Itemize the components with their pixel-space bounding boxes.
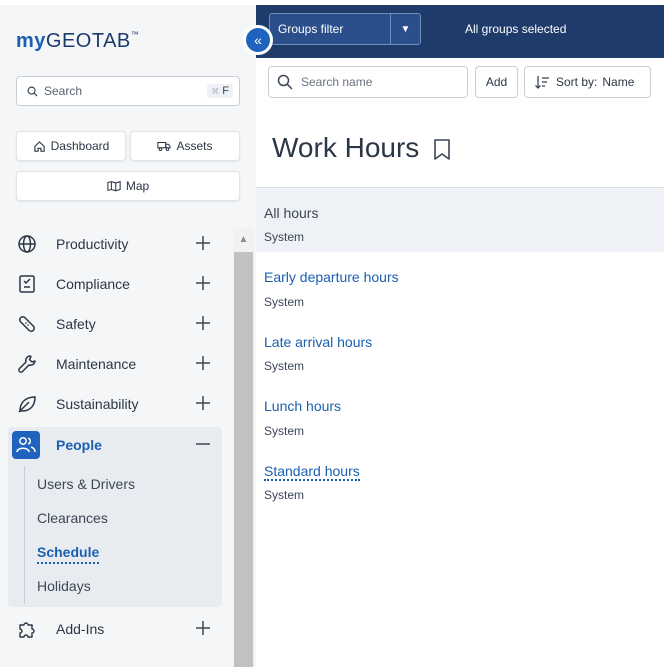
list-item[interactable]: Late arrival hours System: [256, 317, 664, 381]
double-chevron-left-icon: «: [254, 32, 262, 48]
list-item-sub: System: [264, 359, 305, 373]
scroll-up-arrow-icon[interactable]: ▲: [233, 228, 254, 250]
page-title: Work Hours: [272, 132, 420, 163]
dashboard-label: Dashboard: [50, 139, 110, 153]
sidebar-item-compliance[interactable]: Compliance: [8, 266, 222, 302]
plus-icon[interactable]: [194, 274, 212, 292]
map-button[interactable]: Map: [16, 171, 240, 201]
top-strip: [256, 0, 664, 5]
list-item[interactable]: Standard hours System: [256, 446, 664, 510]
leaf-icon: [16, 393, 38, 415]
bandage-icon: [16, 313, 38, 335]
list-item[interactable]: Lunch hours System: [256, 381, 664, 445]
sidebar-item-maintenance[interactable]: Maintenance: [8, 346, 222, 382]
dashboard-button[interactable]: Dashboard: [16, 131, 126, 161]
search-name-input[interactable]: Search name: [268, 66, 468, 98]
logo-my: my: [16, 30, 46, 52]
list-item-sub: System: [264, 295, 305, 309]
add-button[interactable]: Add: [475, 66, 518, 98]
plus-icon[interactable]: [194, 394, 212, 412]
sidebar-item-productivity[interactable]: Productivity: [8, 226, 222, 262]
shortcut-key-icon: ⌘: [211, 87, 220, 96]
sort-icon: [535, 76, 549, 89]
sort-value: Name: [602, 75, 635, 89]
list-item[interactable]: All hours System: [256, 188, 664, 252]
people-icon: [12, 431, 40, 459]
header-bar: Groups filter ▼ All groups selected: [256, 0, 664, 58]
collapse-sidebar-button[interactable]: «: [243, 25, 273, 55]
sort-button[interactable]: Sort by: Name: [524, 66, 651, 98]
clipboard-icon: [16, 273, 38, 295]
groups-filter-dropdown[interactable]: Groups filter ▼: [269, 13, 421, 45]
submenu-item-schedule[interactable]: Schedule: [37, 544, 100, 564]
sidebar-item-label: People: [56, 437, 102, 453]
list-item-name[interactable]: Standard hours: [264, 463, 360, 481]
sidebar-item-label: Sustainability: [56, 396, 139, 412]
logo-trademark: ™: [130, 30, 140, 39]
list-item-name[interactable]: Late arrival hours: [264, 334, 372, 350]
caret-down-icon[interactable]: ▼: [390, 14, 420, 44]
minus-icon[interactable]: [194, 435, 212, 453]
mygeotab-logo[interactable]: myGEOTAB™: [16, 30, 139, 53]
puzzle-icon: [16, 618, 38, 640]
search-shortcut-badge: ⌘ F: [207, 84, 233, 98]
assets-button[interactable]: Assets: [130, 131, 240, 161]
search-icon: [277, 74, 293, 90]
search-shortcut-key: F: [222, 85, 229, 97]
truck-icon: [157, 141, 172, 151]
plus-icon[interactable]: [194, 314, 212, 332]
sidebar-search-input[interactable]: Search ⌘ F: [16, 76, 240, 106]
groups-filter-label: Groups filter: [278, 22, 344, 36]
list-item-name[interactable]: Early departure hours: [264, 269, 399, 285]
groups-selected-text: All groups selected: [465, 22, 567, 36]
list-item-name[interactable]: Lunch hours: [264, 398, 341, 414]
submenu-item-holidays[interactable]: Holidays: [37, 578, 91, 594]
sidebar: myGEOTAB™ Search ⌘ F Dashboard Assets Ma…: [0, 0, 256, 667]
plus-icon[interactable]: [194, 619, 212, 637]
top-strip: [0, 0, 256, 5]
logo-geotab: GEOTAB: [45, 30, 131, 52]
plus-icon[interactable]: [194, 234, 212, 252]
wrench-icon: [16, 353, 38, 375]
sidebar-item-sustainability[interactable]: Sustainability: [8, 386, 222, 422]
submenu-item-clearances[interactable]: Clearances: [37, 510, 108, 526]
scrollbar-thumb[interactable]: [234, 252, 253, 667]
sidebar-item-label: Productivity: [56, 236, 129, 252]
sidebar-item-label: Maintenance: [56, 356, 137, 372]
list-item-name: All hours: [264, 205, 319, 221]
submenu-guide-line: [24, 466, 25, 604]
submenu-item-users-drivers[interactable]: Users & Drivers: [37, 476, 135, 492]
plus-icon[interactable]: [194, 354, 212, 372]
map-icon: [107, 180, 121, 192]
search-name-placeholder: Search name: [301, 75, 373, 89]
sidebar-scrollbar[interactable]: ▲: [233, 228, 254, 667]
list-item-sub: System: [264, 488, 305, 502]
sidebar-item-people[interactable]: People: [8, 427, 222, 463]
sidebar-item-label: Add-Ins: [56, 621, 105, 637]
sidebar-item-label: Compliance: [56, 276, 130, 292]
list-item[interactable]: Early departure hours System: [256, 252, 664, 316]
list-item-sub: System: [264, 230, 305, 244]
globe-icon: [16, 233, 38, 255]
sidebar-item-add-ins[interactable]: Add-Ins: [8, 611, 222, 647]
sidebar-item-safety[interactable]: Safety: [8, 306, 222, 342]
list-item-sub: System: [264, 424, 305, 438]
assets-label: Assets: [176, 139, 213, 153]
home-icon: [33, 140, 45, 152]
bookmark-icon[interactable]: [432, 138, 452, 162]
search-icon: [27, 86, 38, 97]
sort-label: Sort by:: [556, 75, 598, 89]
map-label: Map: [125, 179, 150, 193]
search-label: Search: [44, 84, 83, 98]
sidebar-item-label: Safety: [56, 316, 96, 332]
